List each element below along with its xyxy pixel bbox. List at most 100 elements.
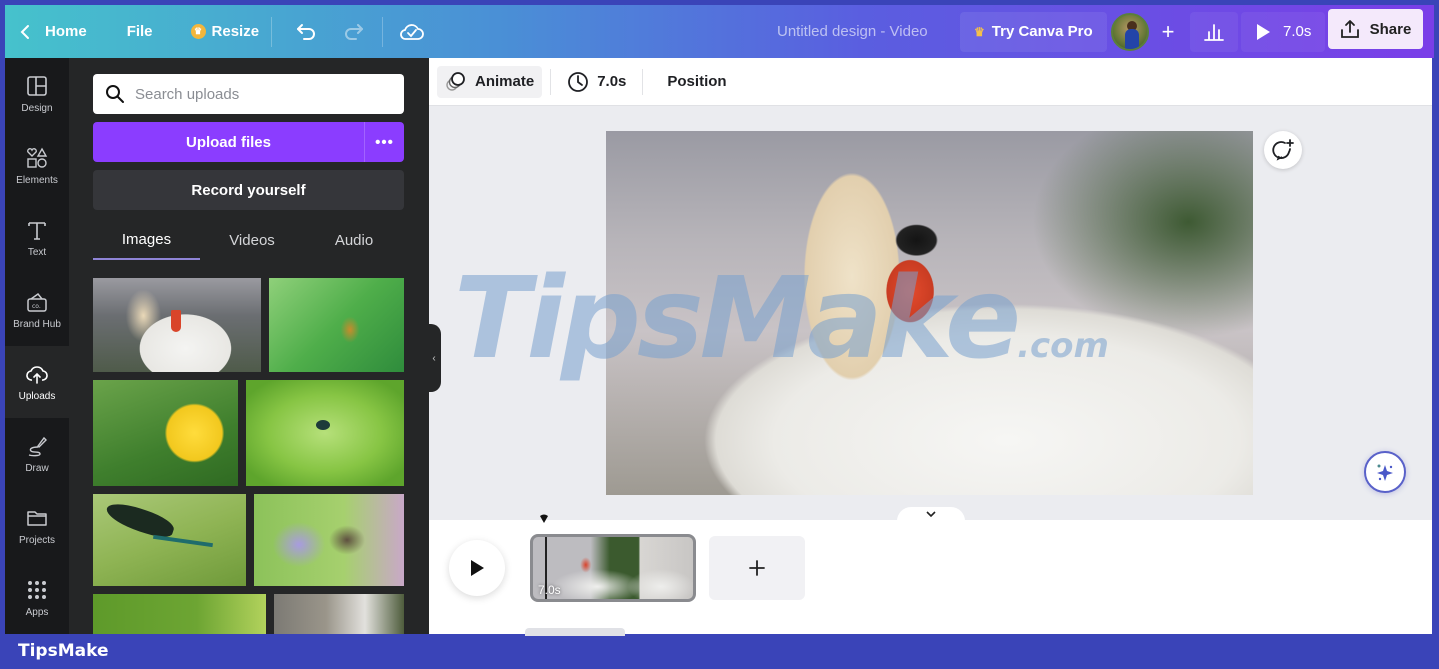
resize-button[interactable]: ♛ Resize — [190, 12, 260, 52]
svg-text:co.: co. — [32, 303, 41, 310]
share-label: Share — [1369, 20, 1412, 38]
undo-button[interactable] — [290, 15, 324, 49]
search-box[interactable] — [93, 74, 404, 114]
sidebar-item-draw[interactable]: Draw — [5, 418, 69, 490]
sidebar-item-brand-hub[interactable]: co. Brand Hub — [5, 274, 69, 346]
upload-thumbnail-dragonfly[interactable] — [93, 494, 246, 586]
context-toolbar: Animate 7.0s Position — [429, 58, 1432, 106]
save-status-button[interactable] — [395, 15, 429, 49]
top-bar: Home File ♛ Resize Untitled design - Vid… — [5, 5, 1434, 58]
play-icon — [471, 560, 484, 576]
duration-button[interactable]: 7.0s — [559, 66, 634, 98]
chevron-left-icon: ‹ — [432, 352, 436, 364]
upload-thumbnail-leaf[interactable] — [93, 594, 266, 634]
document-title[interactable]: Untitled design - Video — [777, 12, 928, 52]
clock-icon — [568, 71, 589, 92]
side-rail: Design Elements Text co. Brand Hub Uploa… — [5, 58, 69, 634]
back-button[interactable] — [15, 12, 35, 52]
more-options-button[interactable]: ••• — [364, 122, 404, 162]
plus-icon — [749, 560, 765, 576]
design-canvas-swan-video[interactable] — [606, 131, 1253, 495]
file-menu[interactable]: File — [127, 12, 153, 52]
timeline-scrollbar[interactable] — [525, 628, 625, 636]
playhead-handle[interactable] — [539, 514, 549, 524]
clip-duration: 7.0s — [538, 583, 561, 597]
add-collaborator-button[interactable]: + — [1153, 12, 1183, 52]
sparkle-icon — [1377, 464, 1393, 481]
sidebar-item-design[interactable]: Design — [5, 58, 69, 130]
tab-images[interactable]: Images — [93, 220, 200, 260]
animate-button[interactable]: Animate — [437, 65, 543, 98]
chevron-down-icon — [926, 511, 936, 517]
sidebar-item-label: Design — [21, 102, 53, 114]
play-preview-button[interactable]: 7.0s — [1241, 11, 1326, 52]
upload-thumbnail-city[interactable] — [274, 594, 404, 634]
uploads-tabs: Images Videos Audio — [93, 220, 404, 262]
search-input[interactable] — [135, 85, 385, 103]
tab-audio[interactable]: Audio — [304, 220, 404, 260]
tab-videos[interactable]: Videos — [200, 220, 304, 260]
folder-icon — [27, 510, 47, 526]
divider — [550, 68, 552, 95]
upload-thumbnail-insect[interactable] — [269, 278, 404, 372]
divider — [642, 68, 644, 95]
insights-button[interactable] — [1190, 11, 1238, 52]
crown-icon: ♛ — [190, 24, 206, 39]
sidebar-item-label: Projects — [18, 534, 56, 546]
grid-icon — [28, 580, 46, 599]
position-label: Position — [667, 73, 727, 90]
sidebar-item-label: Draw — [25, 462, 49, 474]
sidebar-item-elements[interactable]: Elements — [5, 130, 69, 202]
share-button[interactable]: Share — [1328, 9, 1423, 49]
shapes-icon — [27, 147, 48, 168]
magic-assistant-button[interactable] — [1364, 451, 1406, 493]
upload-thumbnail-dandelion[interactable] — [93, 380, 238, 486]
redo-button[interactable] — [336, 15, 370, 49]
redo-icon — [345, 23, 364, 40]
position-button[interactable]: Position — [659, 66, 734, 98]
add-page-button[interactable] — [709, 536, 805, 600]
user-avatar[interactable] — [1111, 12, 1149, 51]
animate-icon — [446, 71, 465, 91]
upload-thumbnail-damselfly[interactable] — [246, 380, 404, 486]
sidebar-item-projects[interactable]: Projects — [5, 490, 69, 562]
timeline-play-button[interactable] — [449, 540, 505, 596]
sidebar-item-uploads[interactable]: Uploads — [5, 346, 69, 418]
try-canva-pro-button[interactable]: ♛ Try Canva Pro — [960, 11, 1107, 52]
uploads-panel: Upload files ••• Record yourself Images … — [69, 58, 429, 634]
upload-thumbnail-swan[interactable] — [93, 278, 261, 372]
collapse-panel-handle[interactable]: ‹ — [427, 324, 441, 392]
timeline: 7.0s — [429, 507, 1432, 636]
collapse-timeline-button[interactable] — [897, 507, 965, 521]
damselfly-figure — [316, 420, 330, 430]
upload-files-button-group: Upload files ••• — [93, 122, 404, 162]
sidebar-item-apps[interactable]: Apps — [5, 562, 69, 634]
home-button[interactable]: Home — [45, 12, 87, 52]
cloud-check-icon — [400, 23, 424, 40]
crown-icon: ♛ — [974, 24, 985, 39]
brand-kit-icon: co. — [27, 292, 47, 312]
chevron-left-icon — [20, 24, 29, 39]
sidebar-item-text[interactable]: Text — [5, 202, 69, 274]
plus-icon: + — [1161, 18, 1175, 44]
comment-add-icon — [1272, 139, 1294, 161]
cloud-upload-icon — [26, 365, 48, 384]
text-icon — [28, 221, 46, 240]
upload-share-icon — [1340, 20, 1359, 38]
dragonfly-body — [153, 534, 213, 548]
record-yourself-button[interactable]: Record yourself — [93, 170, 404, 210]
swan-beak — [171, 310, 181, 332]
search-icon — [106, 85, 124, 103]
divider — [271, 16, 273, 47]
frame-border — [1432, 58, 1439, 634]
timeline-clip[interactable]: 7.0s — [530, 534, 696, 602]
sidebar-item-label: Elements — [16, 174, 58, 186]
play-duration: 7.0s — [1283, 23, 1312, 40]
bar-chart-icon — [1204, 23, 1224, 41]
sidebar-item-label: Text — [27, 246, 47, 258]
resize-label: Resize — [211, 23, 260, 40]
avatar-figure — [1125, 28, 1139, 49]
upload-thumbnail-bee[interactable] — [254, 494, 404, 586]
upload-files-button[interactable]: Upload files — [93, 122, 364, 162]
add-comment-button[interactable] — [1264, 131, 1302, 169]
